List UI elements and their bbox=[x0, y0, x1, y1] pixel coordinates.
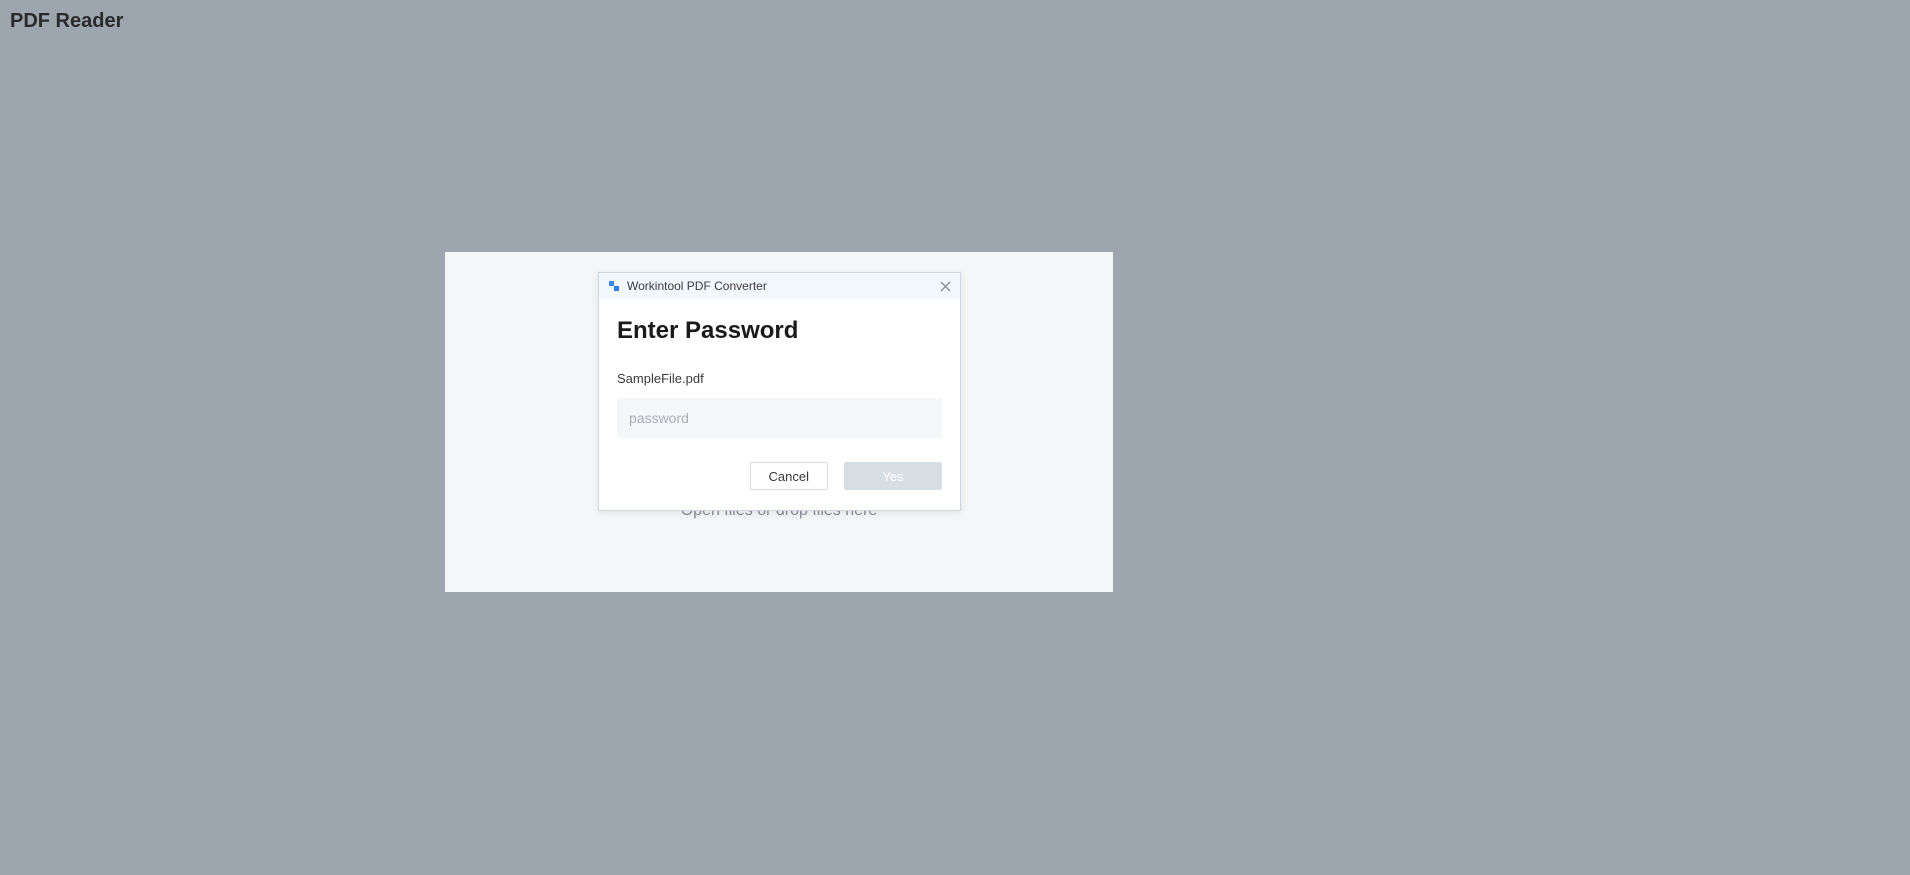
close-button[interactable] bbox=[936, 277, 954, 295]
app-logo-icon bbox=[607, 279, 621, 293]
filename-label: SampleFile.pdf bbox=[617, 371, 942, 386]
yes-button[interactable]: Yes bbox=[844, 462, 942, 490]
dialog-titlebar-text: Workintool PDF Converter bbox=[627, 279, 767, 293]
close-icon bbox=[940, 281, 951, 292]
cancel-button[interactable]: Cancel bbox=[750, 462, 828, 490]
password-dialog: Workintool PDF Converter Enter Password … bbox=[598, 272, 961, 511]
dialog-body: Enter Password SampleFile.pdf Cancel Yes bbox=[599, 299, 960, 510]
dialog-heading: Enter Password bbox=[617, 317, 942, 345]
page-title: PDF Reader bbox=[10, 10, 123, 33]
password-input[interactable] bbox=[617, 398, 942, 438]
dialog-buttons: Cancel Yes bbox=[617, 462, 942, 490]
dialog-titlebar: Workintool PDF Converter bbox=[599, 273, 960, 299]
